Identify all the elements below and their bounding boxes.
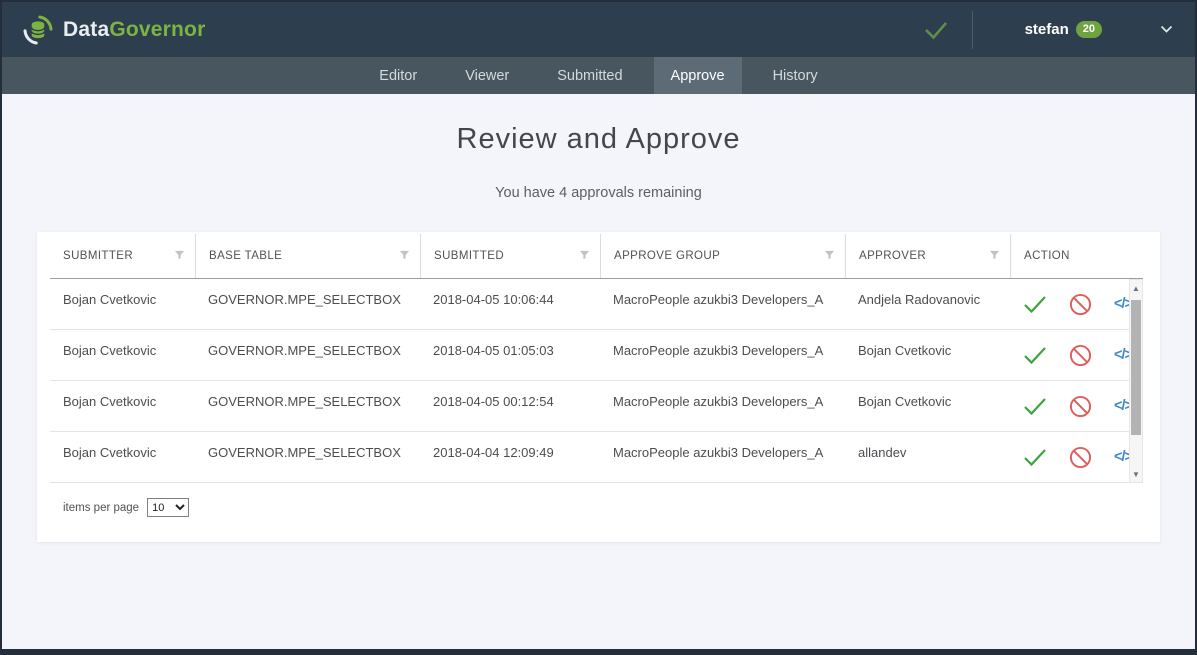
cell-submitter: Bojan Cvetkovic <box>50 381 195 431</box>
reject-no-entry-icon[interactable] <box>1069 446 1092 469</box>
cell-actions: </> <box>1010 432 1129 482</box>
column-header-approve-group[interactable]: APPROVE GROUP <box>600 234 845 278</box>
brand-logo[interactable]: DataGovernor <box>22 14 205 46</box>
page-title: Review and Approve <box>2 123 1195 156</box>
header-divider <box>972 11 973 49</box>
cell-approve-group: MacroPeople azukbi3 Developers_A <box>600 330 845 380</box>
table-body: Bojan Cvetkovic GOVERNOR.MPE_SELECTBOX 2… <box>50 279 1143 483</box>
view-code-icon[interactable]: </> <box>1114 398 1129 414</box>
cell-submitted: 2018-04-05 01:05:03 <box>420 330 600 380</box>
approve-check-icon[interactable] <box>1023 397 1047 416</box>
view-code-icon[interactable]: </> <box>1114 449 1129 465</box>
cell-submitter: Bojan Cvetkovic <box>50 432 195 482</box>
cell-approver: Andjela Radovanovic <box>845 279 1010 329</box>
view-code-icon[interactable]: </> <box>1114 347 1129 363</box>
chevron-down-icon[interactable] <box>1160 25 1173 34</box>
table-row: Bojan Cvetkovic GOVERNOR.MPE_SELECTBOX 2… <box>50 432 1129 483</box>
approvals-check-icon[interactable] <box>922 19 950 41</box>
filter-icon[interactable] <box>174 249 185 263</box>
reject-no-entry-icon[interactable] <box>1069 395 1092 418</box>
database-sync-icon <box>22 14 54 46</box>
main-nav: Editor Viewer Submitted Approve History <box>2 57 1195 94</box>
items-per-page-label: items per page <box>63 502 139 514</box>
tab-submitted[interactable]: Submitted <box>540 57 639 94</box>
cell-approver: allandev <box>845 432 1010 482</box>
cell-base-table: GOVERNOR.MPE_SELECTBOX <box>195 330 420 380</box>
table-scrollbar[interactable]: ▲ ▼ <box>1129 279 1143 483</box>
cell-actions: </> <box>1010 381 1129 431</box>
column-header-base-table[interactable]: BASE TABLE <box>195 234 420 278</box>
tab-viewer[interactable]: Viewer <box>448 57 526 94</box>
app-header: DataGovernor stefan 20 <box>2 2 1195 57</box>
items-per-page-select[interactable]: 10 <box>147 498 189 517</box>
column-header-approver[interactable]: APPROVER <box>845 234 1010 278</box>
cell-approve-group: MacroPeople azukbi3 Developers_A <box>600 279 845 329</box>
cell-approve-group: MacroPeople azukbi3 Developers_A <box>600 381 845 431</box>
view-code-icon[interactable]: </> <box>1114 296 1129 312</box>
column-header-submitter[interactable]: SUBMITTER <box>50 234 195 278</box>
cell-submitted: 2018-04-05 10:06:44 <box>420 279 600 329</box>
tab-editor[interactable]: Editor <box>362 57 434 94</box>
filter-icon[interactable] <box>399 249 410 263</box>
filter-icon[interactable] <box>989 249 1000 263</box>
cell-approve-group: MacroPeople azukbi3 Developers_A <box>600 432 845 482</box>
user-badge: 20 <box>1076 21 1102 38</box>
table-header-row: SUBMITTER BASE TABLE SUBMITTED APPROVE G… <box>50 234 1143 279</box>
cell-actions: </> <box>1010 279 1129 329</box>
table-footer: items per page 10 <box>50 483 1143 517</box>
approvals-table-card: SUBMITTER BASE TABLE SUBMITTED APPROVE G… <box>37 232 1160 542</box>
cell-submitter: Bojan Cvetkovic <box>50 330 195 380</box>
main-content: Review and Approve You have 4 approvals … <box>2 123 1195 542</box>
cell-submitted: 2018-04-05 00:12:54 <box>420 381 600 431</box>
scroll-down-arrow[interactable]: ▼ <box>1130 467 1142 481</box>
tab-approve[interactable]: Approve <box>654 57 742 94</box>
scrollbar-thumb[interactable] <box>1131 300 1141 435</box>
table-row: Bojan Cvetkovic GOVERNOR.MPE_SELECTBOX 2… <box>50 381 1129 432</box>
app-window: { "header": { "brand": { "primary": "Dat… <box>0 0 1197 655</box>
user-menu[interactable]: stefan 20 <box>1025 21 1102 38</box>
approve-check-icon[interactable] <box>1023 346 1047 365</box>
cell-base-table: GOVERNOR.MPE_SELECTBOX <box>195 381 420 431</box>
table-row: Bojan Cvetkovic GOVERNOR.MPE_SELECTBOX 2… <box>50 279 1129 330</box>
header-right: stefan 20 <box>922 11 1173 49</box>
cell-approver: Bojan Cvetkovic <box>845 381 1010 431</box>
tab-history[interactable]: History <box>756 57 835 94</box>
cell-submitted: 2018-04-04 12:09:49 <box>420 432 600 482</box>
approve-check-icon[interactable] <box>1023 295 1047 314</box>
table-row: Bojan Cvetkovic GOVERNOR.MPE_SELECTBOX 2… <box>50 330 1129 381</box>
filter-icon[interactable] <box>579 249 590 263</box>
column-header-submitted[interactable]: SUBMITTED <box>420 234 600 278</box>
column-header-action: ACTION <box>1010 234 1143 278</box>
reject-no-entry-icon[interactable] <box>1069 293 1092 316</box>
filter-icon[interactable] <box>824 249 835 263</box>
brand-name: DataGovernor <box>63 18 205 42</box>
scroll-up-arrow[interactable]: ▲ <box>1130 281 1142 295</box>
cell-base-table: GOVERNOR.MPE_SELECTBOX <box>195 432 420 482</box>
cell-base-table: GOVERNOR.MPE_SELECTBOX <box>195 279 420 329</box>
cell-submitter: Bojan Cvetkovic <box>50 279 195 329</box>
reject-no-entry-icon[interactable] <box>1069 344 1092 367</box>
approvals-remaining-text: You have 4 approvals remaining <box>2 185 1195 201</box>
user-name: stefan <box>1025 21 1069 38</box>
approve-check-icon[interactable] <box>1023 448 1047 467</box>
cell-approver: Bojan Cvetkovic <box>845 330 1010 380</box>
table-body-rows: Bojan Cvetkovic GOVERNOR.MPE_SELECTBOX 2… <box>50 279 1129 483</box>
cell-actions: </> <box>1010 330 1129 380</box>
